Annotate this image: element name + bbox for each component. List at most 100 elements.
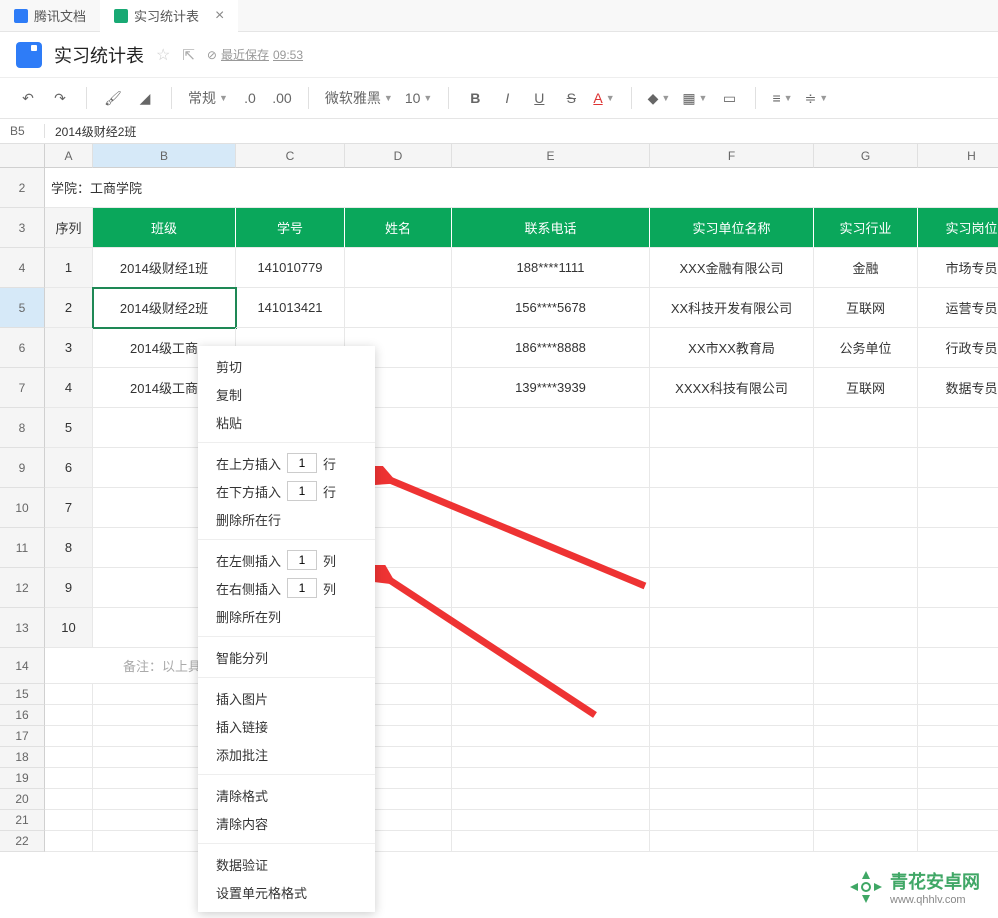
cell-9-F[interactable] [650, 448, 814, 488]
italic-button[interactable]: I [493, 84, 521, 112]
cell-5-H[interactable]: 运营专员 [918, 288, 998, 328]
row-header-2[interactable]: 2 [0, 168, 45, 208]
cell-22-F[interactable] [650, 831, 814, 852]
bold-button[interactable]: B [461, 84, 489, 112]
cell-5-F[interactable]: XX科技开发有限公司 [650, 288, 814, 328]
clear-format-button[interactable]: ◢ [131, 84, 159, 112]
last-saved-time[interactable]: 09:53 [273, 48, 303, 62]
institute-cell[interactable]: 学院：工商学院 [45, 168, 998, 208]
cell-15-A[interactable] [45, 684, 93, 705]
row-header-10[interactable]: 10 [0, 488, 45, 528]
cell-15-G[interactable] [814, 684, 918, 705]
cell-6-H[interactable]: 行政专员 [918, 328, 998, 368]
cell-4-D[interactable] [345, 248, 452, 288]
cell-12-G[interactable] [814, 568, 918, 608]
menu-insert-below[interactable]: 在下方插入行 [198, 477, 375, 505]
row-header-8[interactable]: 8 [0, 408, 45, 448]
cell-19-H[interactable] [918, 768, 998, 789]
row-header-21[interactable]: 21 [0, 810, 45, 831]
font-family-select[interactable]: 微软雅黑▼ [321, 84, 397, 112]
cell-17-H[interactable] [918, 726, 998, 747]
menu-cut[interactable]: 剪切 [198, 352, 375, 380]
star-icon[interactable]: ☆ [156, 45, 170, 65]
cell-8-F[interactable] [650, 408, 814, 448]
cell-18-F[interactable] [650, 747, 814, 768]
col-header-G[interactable]: G [814, 144, 918, 168]
col-header-F[interactable]: F [650, 144, 814, 168]
cell-reference[interactable]: B5 [0, 124, 45, 138]
menu-insert-link[interactable]: 插入链接 [198, 712, 375, 740]
fill-color-button[interactable]: ◆▼ [644, 84, 675, 112]
cell-11-G[interactable] [814, 528, 918, 568]
cell-19-E[interactable] [452, 768, 650, 789]
row-header-19[interactable]: 19 [0, 768, 45, 789]
cell-18-G[interactable] [814, 747, 918, 768]
cell-5-B[interactable]: 2014级财经2班 [93, 288, 236, 328]
cell-11-H[interactable] [918, 528, 998, 568]
menu-data-validation[interactable]: 数据验证 [198, 850, 375, 878]
cell-19-A[interactable] [45, 768, 93, 789]
menu-smart-split[interactable]: 智能分列 [198, 643, 375, 671]
cell-18-E[interactable] [452, 747, 650, 768]
cell-4-B[interactable]: 2014级财经1班 [93, 248, 236, 288]
cell-8-A[interactable]: 5 [45, 408, 93, 448]
cell-13-A[interactable]: 10 [45, 608, 93, 648]
menu-clear-format[interactable]: 清除格式 [198, 781, 375, 809]
cell-22-E[interactable] [452, 831, 650, 852]
cell-12-H[interactable] [918, 568, 998, 608]
row-header-3[interactable]: 3 [0, 208, 45, 248]
header-H[interactable]: 实习岗位 [918, 208, 998, 248]
cell-21-H[interactable] [918, 810, 998, 831]
menu-paste[interactable]: 粘贴 [198, 408, 375, 436]
cell-10-A[interactable]: 7 [45, 488, 93, 528]
cell-7-G[interactable]: 互联网 [814, 368, 918, 408]
cell-17-A[interactable] [45, 726, 93, 747]
select-all-corner[interactable] [0, 144, 45, 168]
cell-8-G[interactable] [814, 408, 918, 448]
cell-6-F[interactable]: XX市XX教育局 [650, 328, 814, 368]
align-button[interactable]: ≡▼ [768, 84, 796, 112]
cell-20-G[interactable] [814, 789, 918, 810]
underline-button[interactable]: U [525, 84, 553, 112]
menu-insert-image[interactable]: 插入图片 [198, 684, 375, 712]
cell-10-F[interactable] [650, 488, 814, 528]
cell-14-G[interactable] [814, 648, 918, 684]
valign-button[interactable]: ≑▼ [801, 84, 833, 112]
row-header-15[interactable]: 15 [0, 684, 45, 705]
menu-insert-above[interactable]: 在上方插入行 [198, 449, 375, 477]
strikethrough-button[interactable]: S [557, 84, 585, 112]
cell-6-G[interactable]: 公务单位 [814, 328, 918, 368]
row-header-12[interactable]: 12 [0, 568, 45, 608]
cell-12-F[interactable] [650, 568, 814, 608]
cell-7-H[interactable]: 数据专员 [918, 368, 998, 408]
cell-5-A[interactable]: 2 [45, 288, 93, 328]
insert-above-count[interactable] [287, 453, 317, 473]
tab-internship-sheet[interactable]: 实习统计表 × [100, 0, 238, 32]
undo-button[interactable]: ↶ [14, 84, 42, 112]
header-B[interactable]: 班级 [93, 208, 236, 248]
font-color-button[interactable]: A▼ [589, 84, 618, 112]
redo-button[interactable]: ↷ [46, 84, 74, 112]
merge-cells-button[interactable]: ▭ [715, 84, 743, 112]
cell-22-H[interactable] [918, 831, 998, 852]
cell-9-H[interactable] [918, 448, 998, 488]
cell-17-G[interactable] [814, 726, 918, 747]
row-header-17[interactable]: 17 [0, 726, 45, 747]
cell-10-H[interactable] [918, 488, 998, 528]
menu-add-comment[interactable]: 添加批注 [198, 740, 375, 768]
insert-right-count[interactable] [287, 578, 317, 598]
cell-18-A[interactable] [45, 747, 93, 768]
col-header-E[interactable]: E [452, 144, 650, 168]
row-header-6[interactable]: 6 [0, 328, 45, 368]
cell-4-G[interactable]: 金融 [814, 248, 918, 288]
cell-7-A[interactable]: 4 [45, 368, 93, 408]
export-icon[interactable]: ⇱ [182, 46, 195, 64]
row-header-13[interactable]: 13 [0, 608, 45, 648]
cell-21-E[interactable] [452, 810, 650, 831]
menu-cell-format[interactable]: 设置单元格格式 [198, 878, 375, 906]
cell-16-H[interactable] [918, 705, 998, 726]
last-saved-label[interactable]: 最近保存 [221, 46, 269, 63]
cell-9-G[interactable] [814, 448, 918, 488]
cell-22-A[interactable] [45, 831, 93, 852]
col-header-C[interactable]: C [236, 144, 345, 168]
